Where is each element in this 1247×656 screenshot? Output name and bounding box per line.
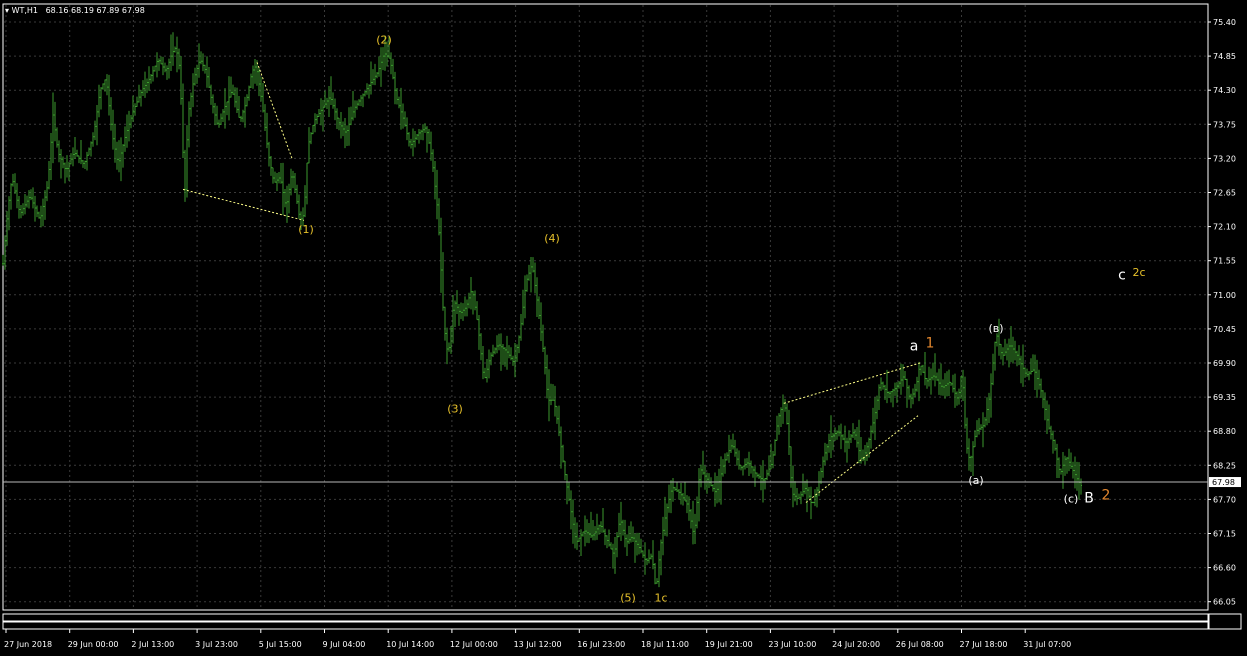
price-tick-label: 66.60 <box>1213 564 1236 573</box>
wave-label: (4) <box>544 232 560 245</box>
time-tick-label: 5 Jul 15:00 <box>259 640 302 649</box>
time-tick-label: 29 Jun 00:00 <box>68 640 119 649</box>
time-tick-label: 2 Jul 13:00 <box>131 640 174 649</box>
wave-label: 2с <box>1132 266 1145 279</box>
wave-label: а <box>910 339 919 355</box>
price-tick-label: 72.65 <box>1213 189 1236 198</box>
time-tick-label: 23 Jul 10:00 <box>768 640 816 649</box>
wave-label: (1) <box>298 223 314 236</box>
time-tick-label: 24 Jul 20:00 <box>832 640 880 649</box>
wave-label: (a) <box>968 474 983 487</box>
time-tick-label: 27 Jun 2018 <box>4 640 52 649</box>
price-tick-label: 70.45 <box>1213 325 1236 334</box>
price-tick-label: 75.40 <box>1213 18 1236 27</box>
symbol-timeframe: WT,H1 <box>12 6 38 15</box>
dropdown-triangle-icon[interactable]: ▾ <box>5 6 9 15</box>
price-tick-label: 72.10 <box>1213 223 1236 232</box>
time-tick-label: 27 Jul 18:00 <box>960 640 1008 649</box>
time-tick-label: 16 Jul 23:00 <box>577 640 625 649</box>
price-tick-label: 68.80 <box>1213 427 1236 436</box>
price-tick-label: 66.05 <box>1213 598 1236 607</box>
price-tick-label: 67.70 <box>1213 495 1236 504</box>
price-tick-label: 73.20 <box>1213 154 1236 163</box>
time-tick-label: 13 Jul 12:00 <box>514 640 562 649</box>
price-tick-label: 73.75 <box>1213 120 1236 129</box>
symbol-menu[interactable]: ▾ WT,H1 68.16 68.19 67.89 67.98 <box>5 6 145 15</box>
time-tick-label: 31 Jul 07:00 <box>1023 640 1071 649</box>
time-tick-label: 26 Jul 08:00 <box>896 640 944 649</box>
wave-label: (2) <box>376 34 392 47</box>
time-tick-label: 12 Jul 00:00 <box>450 640 498 649</box>
time-tick-label: 10 Jul 14:00 <box>386 640 434 649</box>
wave-label: 2 <box>1102 487 1111 503</box>
wave-label: 1с <box>654 592 667 605</box>
wave-label: с <box>1118 267 1126 283</box>
price-tick-label: 74.85 <box>1213 52 1236 61</box>
wave-label: (5) <box>620 592 636 605</box>
price-tick-label: 71.00 <box>1213 291 1236 300</box>
current-price-label: 67.98 <box>1212 478 1235 487</box>
wave-label: (в) <box>988 322 1003 335</box>
wave-label: 1 <box>926 336 935 352</box>
wave-label: В <box>1084 491 1094 507</box>
price-tick-label: 71.55 <box>1213 257 1236 266</box>
time-tick-label: 18 Jul 11:00 <box>641 640 689 649</box>
chart-background <box>0 0 1247 656</box>
time-tick-label: 9 Jul 04:00 <box>323 640 366 649</box>
price-tick-label: 69.90 <box>1213 359 1236 368</box>
ohlc-values: 68.16 68.19 67.89 67.98 <box>46 6 145 15</box>
wave-label: (c) <box>1064 493 1079 506</box>
price-tick-label: 68.25 <box>1213 461 1236 470</box>
price-chart[interactable]: (1)(2)(3)(4)(5) 1са 1(в)(a)(c) В 2с 2с 75.407… <box>0 0 1247 656</box>
price-tick-label: 74.30 <box>1213 86 1236 95</box>
time-tick-label: 3 Jul 23:00 <box>195 640 238 649</box>
wave-label: (3) <box>447 403 463 416</box>
price-tick-label: 67.15 <box>1213 530 1236 539</box>
price-tick-label: 69.35 <box>1213 393 1236 402</box>
time-tick-label: 19 Jul 21:00 <box>705 640 753 649</box>
